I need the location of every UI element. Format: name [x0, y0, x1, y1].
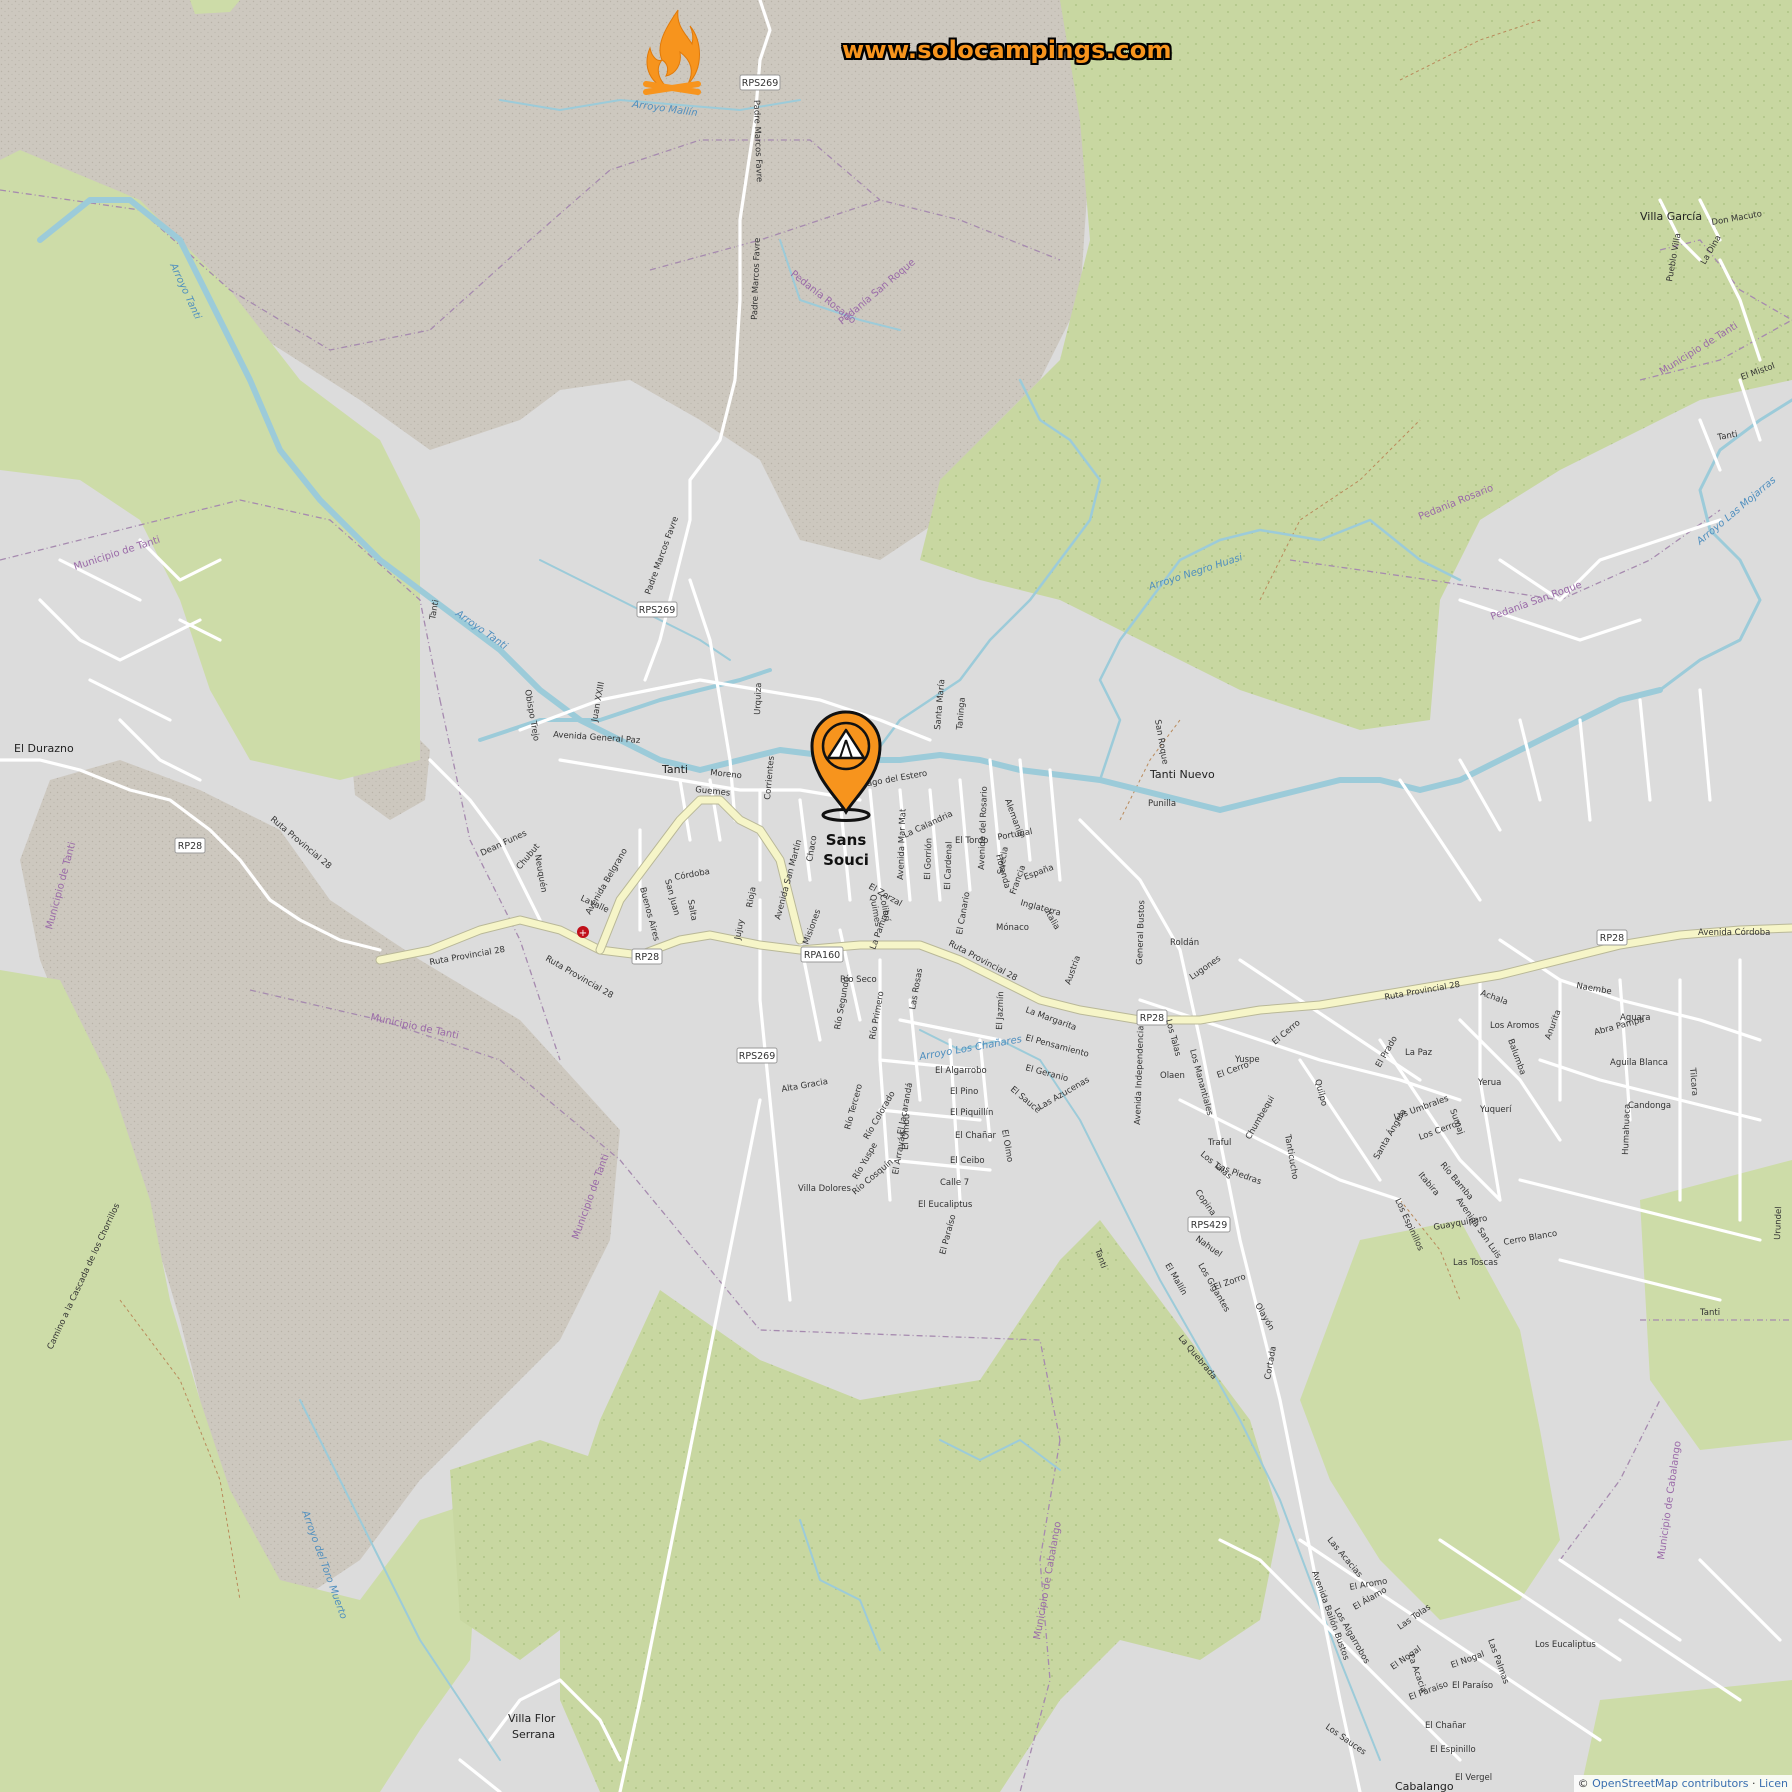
label-urquiza: Urquiza: [753, 682, 764, 715]
label-aguila-blanca: Aguila Blanca: [1610, 1058, 1668, 1068]
label-el-chanar-2: El Chañar: [1425, 1721, 1467, 1731]
site-brand-text[interactable]: www.solocampings.com: [842, 36, 1172, 64]
shield-rps269-a: RPS269: [739, 74, 781, 91]
label-el-tordo: El Tordo: [955, 836, 988, 846]
label-rpa160: RPA160: [804, 950, 840, 961]
shield-rps269-b: RPS269: [636, 601, 678, 618]
label-tanti-e: Tanti: [1699, 1308, 1720, 1318]
label-el-pino: El Pino: [950, 1087, 978, 1097]
label-rps429: RPS429: [1191, 1220, 1228, 1231]
place-el-durazno: El Durazno: [14, 742, 74, 755]
osm-contributors-link[interactable]: OpenStreetMap contributors: [1592, 1777, 1748, 1790]
label-el-gorrion: El Gorrión: [922, 838, 934, 880]
label-yuqueri: Yuquerí: [1479, 1105, 1512, 1115]
shield-rpa160: RPA160: [800, 946, 844, 963]
place-tanti: Tanti: [661, 763, 688, 776]
hospital-cross-icon: +: [579, 928, 587, 939]
label-rp28-b: RP28: [1140, 1013, 1164, 1024]
place-villa-garcia: Villa García: [1640, 210, 1702, 223]
shield-rp28-e: RP28: [1596, 929, 1628, 946]
place-villa-dolores: Villa Dolores: [798, 1184, 851, 1194]
label-el-eucaliptus: El Eucaliptus: [918, 1200, 973, 1210]
label-el-espinillo: El Espinillo: [1430, 1745, 1476, 1755]
label-urundel: Urundel: [1773, 1206, 1784, 1240]
marker-label-line1: Sans: [826, 831, 867, 849]
label-el-vergel: El Vergel: [1455, 1773, 1492, 1783]
label-el-jazmin: El Jazmín: [995, 991, 1006, 1030]
label-humahuaca: Humahuaca: [1621, 1104, 1633, 1155]
label-calle-7: Calle 7: [940, 1178, 969, 1188]
place-tanti-nuevo: Tanti Nuevo: [1149, 768, 1215, 781]
label-traful: Traful: [1207, 1138, 1231, 1148]
label-monaco: Mónaco: [996, 922, 1029, 933]
label-el-chanar: El Chañar: [955, 1131, 997, 1141]
label-avenida-cordoba: Avenida Córdoba: [1698, 927, 1770, 938]
label-el-paraiso-2: El Paraíso: [1452, 1681, 1493, 1691]
label-los-aromos: Los Aromos: [1490, 1021, 1540, 1031]
shield-rp28-w: RP28: [174, 837, 206, 854]
label-rps269-b: RPS269: [639, 605, 676, 616]
shield-rp28-a: RP28: [631, 948, 663, 965]
label-la-paz: La Paz: [1405, 1048, 1433, 1058]
label-olaen: Olaen: [1160, 1071, 1185, 1081]
label-rps269-a: RPS269: [742, 78, 779, 89]
shield-rps269-c: RPS269: [736, 1047, 778, 1064]
label-rp28-w: RP28: [178, 841, 202, 852]
label-yuspe: Yuspe: [1234, 1055, 1260, 1065]
label-rp28-e: RP28: [1600, 933, 1624, 944]
attribution-separator: ·: [1752, 1777, 1756, 1790]
license-link[interactable]: Licen: [1759, 1777, 1788, 1790]
label-el-cardenal: El Cardenal: [943, 841, 955, 890]
shield-rp28-b: RP28: [1136, 1009, 1168, 1026]
label-el-algarrobo: El Algarrobo: [935, 1066, 987, 1076]
label-punilla: Punilla: [1148, 799, 1176, 809]
label-yeruna: Yerua: [1477, 1078, 1501, 1088]
copyright-symbol: ©: [1577, 1777, 1589, 1790]
place-cabalango: Cabalango: [1395, 1780, 1454, 1792]
map-attribution: © OpenStreetMap contributors · Licen: [1573, 1775, 1792, 1792]
place-serrana: Serrana: [512, 1728, 555, 1741]
place-villa-flor: Villa Flor: [508, 1712, 556, 1725]
label-roldan: Roldán: [1170, 938, 1199, 948]
label-el-ceibo: El Ceibo: [950, 1156, 985, 1166]
map-canvas[interactable]: + RPS269 RPS269 RPS269 RP28 RP28 RP28 RP…: [0, 0, 1792, 1792]
label-el-piquillin: El Piquillín: [950, 1108, 993, 1118]
label-rps269-c: RPS269: [739, 1051, 776, 1062]
label-los-eucaliptus: Los Eucaliptus: [1535, 1640, 1596, 1650]
shield-rps429: RPS429: [1187, 1216, 1231, 1233]
label-candonga: Candonga: [1628, 1101, 1671, 1111]
label-rp28-a: RP28: [635, 952, 659, 963]
marker-label-line2: Souci: [823, 851, 869, 869]
label-las-toscas: Las Toscas: [1453, 1258, 1498, 1268]
